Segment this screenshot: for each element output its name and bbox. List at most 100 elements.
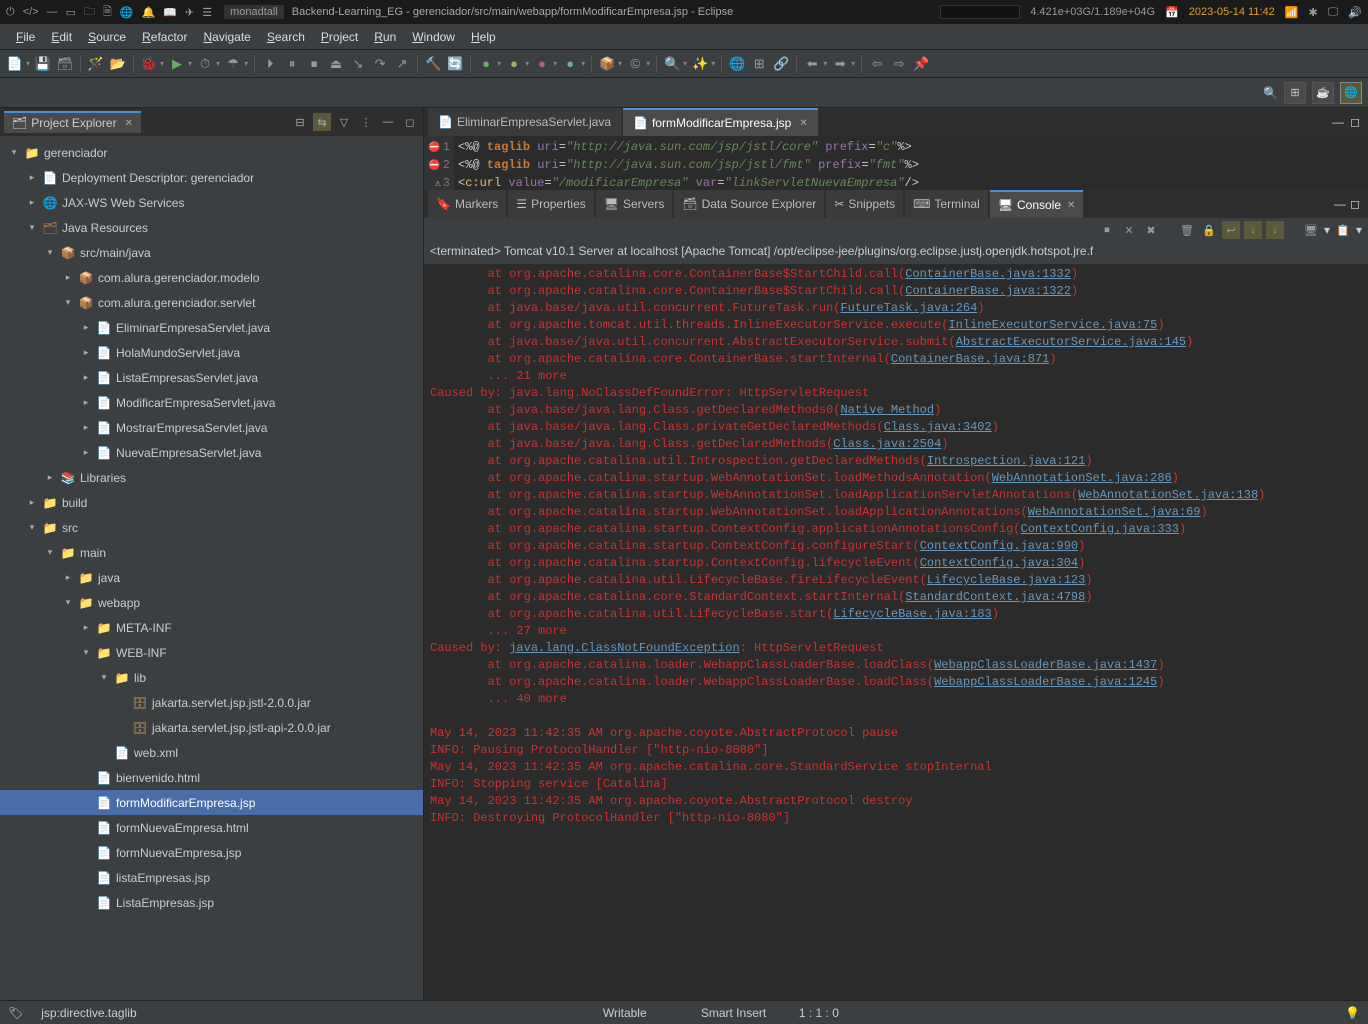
new-icon[interactable]: 📄 [6, 55, 24, 73]
twisty-icon[interactable]: ▸ [80, 422, 92, 433]
stacktrace-link[interactable]: java.lang.ClassNotFoundException [509, 641, 739, 655]
menu-search[interactable]: Search [259, 27, 313, 47]
tree-item[interactable]: ▾📁webapp [0, 590, 423, 615]
link-editor-icon[interactable]: ⇆ [313, 113, 331, 131]
stacktrace-link[interactable]: LifecycleBase.java:123 [927, 573, 1085, 587]
twisty-icon[interactable]: ▸ [26, 172, 38, 183]
menu-help[interactable]: Help [463, 27, 504, 47]
perspective-jee-icon[interactable]: 🌐 [1340, 82, 1362, 104]
twisty-icon[interactable]: ▾ [62, 297, 74, 308]
wifi-icon[interactable]: 📶 [1285, 6, 1299, 19]
telegram-icon[interactable]: ✈ [185, 6, 194, 19]
stacktrace-link[interactable]: ContextConfig.java:304 [920, 556, 1078, 570]
wizard-icon[interactable]: 🪄 [87, 55, 105, 73]
tree-item[interactable]: ▾📁main [0, 540, 423, 565]
list-icon[interactable]: ☰ [202, 6, 212, 19]
minimize-icon[interactable]: — [1334, 197, 1346, 211]
remove-icon[interactable]: ✕ [1120, 221, 1138, 239]
tree-item[interactable]: ▾📁src [0, 515, 423, 540]
twisty-icon[interactable]: ▸ [80, 322, 92, 333]
run-icon[interactable]: ▶ [168, 55, 186, 73]
tree-item[interactable]: 📄ListaEmpresas.jsp [0, 890, 423, 915]
menu-window[interactable]: Window [404, 27, 463, 47]
twisty-icon[interactable]: ▸ [44, 472, 56, 483]
twisty-icon[interactable]: ▾ [62, 597, 74, 608]
tip-icon[interactable]: 💡 [1345, 1006, 1360, 1020]
stacktrace-link[interactable]: Class.java:3402 [884, 420, 992, 434]
tree-item[interactable]: ▸📁java [0, 565, 423, 590]
view-tab-data-source-explorer[interactable]: 🗃Data Source Explorer [674, 190, 824, 218]
project-tree[interactable]: ▾📁gerenciador▸📄Deployment Descriptor: ge… [0, 136, 423, 1000]
tree-item[interactable]: ▾🗂Java Resources [0, 215, 423, 240]
tree-item[interactable]: 📄web.xml [0, 740, 423, 765]
stacktrace-link[interactable]: WebAnnotationSet.java:69 [1028, 505, 1201, 519]
power-icon[interactable]: ⏻ [6, 6, 15, 19]
tree-item[interactable]: ▾📁WEB-INF [0, 640, 423, 665]
open-perspective-icon[interactable]: ⊞ [1284, 82, 1306, 104]
file-icon[interactable]: 🗎 [103, 3, 112, 22]
twisty-icon[interactable]: ▸ [80, 397, 92, 408]
tree-item[interactable]: ▸📄Deployment Descriptor: gerenciador [0, 165, 423, 190]
stop-icon[interactable]: ⏹ [305, 55, 323, 73]
stacktrace-link[interactable]: ContextConfig.java:333 [1021, 522, 1179, 536]
next-icon[interactable]: ⇨ [890, 55, 908, 73]
minimize-icon[interactable]: — [379, 113, 397, 131]
debug-icon[interactable]: 🐞 [140, 55, 158, 73]
twisty-icon[interactable]: ▾ [8, 147, 20, 158]
tree-item[interactable]: ▸📄HolaMundoServlet.java [0, 340, 423, 365]
tree-item[interactable]: 📄formNuevaEmpresa.html [0, 815, 423, 840]
stacktrace-link[interactable]: ContainerBase.java:871 [891, 352, 1049, 366]
disconnect-icon[interactable]: ⏏ [327, 55, 345, 73]
new-class-icon[interactable]: © [626, 55, 644, 73]
settings-icon[interactable]: ✱ [1308, 6, 1317, 19]
display-icon[interactable]: 🖥 [1302, 221, 1320, 239]
stacktrace-link[interactable]: WebAnnotationSet.java:286 [992, 471, 1172, 485]
tree-item[interactable]: 📄formNuevaEmpresa.jsp [0, 840, 423, 865]
stacktrace-link[interactable]: AbstractExecutorService.java:145 [956, 335, 1186, 349]
tree-item[interactable]: 📄listaEmpresas.jsp [0, 865, 423, 890]
dash-icon[interactable]: — [47, 6, 58, 18]
stacktrace-link[interactable]: InlineExecutorService.java:75 [948, 318, 1157, 332]
volume-icon[interactable]: 🔊 [1348, 6, 1362, 19]
tree-item[interactable]: ▾📁lib [0, 665, 423, 690]
maximize-icon[interactable]: ◻ [401, 113, 419, 131]
search-icon[interactable]: 🔍 [663, 55, 681, 73]
twisty-icon[interactable]: ▸ [80, 447, 92, 458]
tree-item[interactable]: ▸📚Libraries [0, 465, 423, 490]
menu-run[interactable]: Run [366, 27, 404, 47]
server-debug-icon[interactable]: ● [505, 55, 523, 73]
twisty-icon[interactable]: ▾ [98, 672, 110, 683]
tree-item[interactable]: ▸📁META-INF [0, 615, 423, 640]
server-profile-icon[interactable]: ● [533, 55, 551, 73]
profile-icon[interactable]: ⏱ [196, 55, 214, 73]
new-package-icon[interactable]: 📦 [598, 55, 616, 73]
twisty-icon[interactable]: ▾ [44, 247, 56, 258]
view-tab-properties[interactable]: ☰Properties [508, 190, 593, 218]
tree-item[interactable]: ▸🌐JAX-WS Web Services [0, 190, 423, 215]
twisty-icon[interactable]: ▸ [26, 197, 38, 208]
remove-all-icon[interactable]: ✖ [1142, 221, 1160, 239]
coverage-icon[interactable]: ☂ [224, 55, 242, 73]
stepinto-icon[interactable]: ↘ [349, 55, 367, 73]
display-icon[interactable]: 🖵 [1328, 6, 1339, 19]
resume-icon[interactable]: ⏵ [261, 55, 279, 73]
tree-item[interactable]: ▾📁gerenciador [0, 140, 423, 165]
browser-icon[interactable]: 🌐 [120, 6, 134, 19]
code-content[interactable]: <%@ taglib uri="http://java.sun.com/jsp/… [454, 136, 1368, 190]
menu-navigate[interactable]: Navigate [195, 27, 258, 47]
console-output[interactable]: at org.apache.catalina.core.ContainerBas… [424, 264, 1368, 1000]
view-tab-servers[interactable]: 🖥Servers [596, 190, 673, 218]
stacktrace-link[interactable]: ContextConfig.java:990 [920, 539, 1078, 553]
view-tab-console[interactable]: 🖥Console✕ [990, 190, 1084, 218]
filter-icon[interactable]: ▽ [335, 113, 353, 131]
tree-item[interactable]: 🗄jakarta.servlet.jsp.jstl-api-2.0.0.jar [0, 715, 423, 740]
book-icon[interactable]: 📖 [163, 6, 177, 19]
stacktrace-link[interactable]: WebappClassLoaderBase.java:1245 [934, 675, 1157, 689]
stacktrace-link[interactable]: Native Method [840, 403, 934, 417]
stacktrace-link[interactable]: ContainerBase.java:1332 [905, 267, 1071, 281]
menu-refactor[interactable]: Refactor [134, 27, 195, 47]
twisty-icon[interactable]: ▸ [80, 347, 92, 358]
close-icon[interactable]: ✕ [125, 118, 133, 129]
project-explorer-tab[interactable]: 🗂 Project Explorer ✕ [4, 111, 141, 133]
stacktrace-link[interactable]: WebappClassLoaderBase.java:1437 [934, 658, 1157, 672]
